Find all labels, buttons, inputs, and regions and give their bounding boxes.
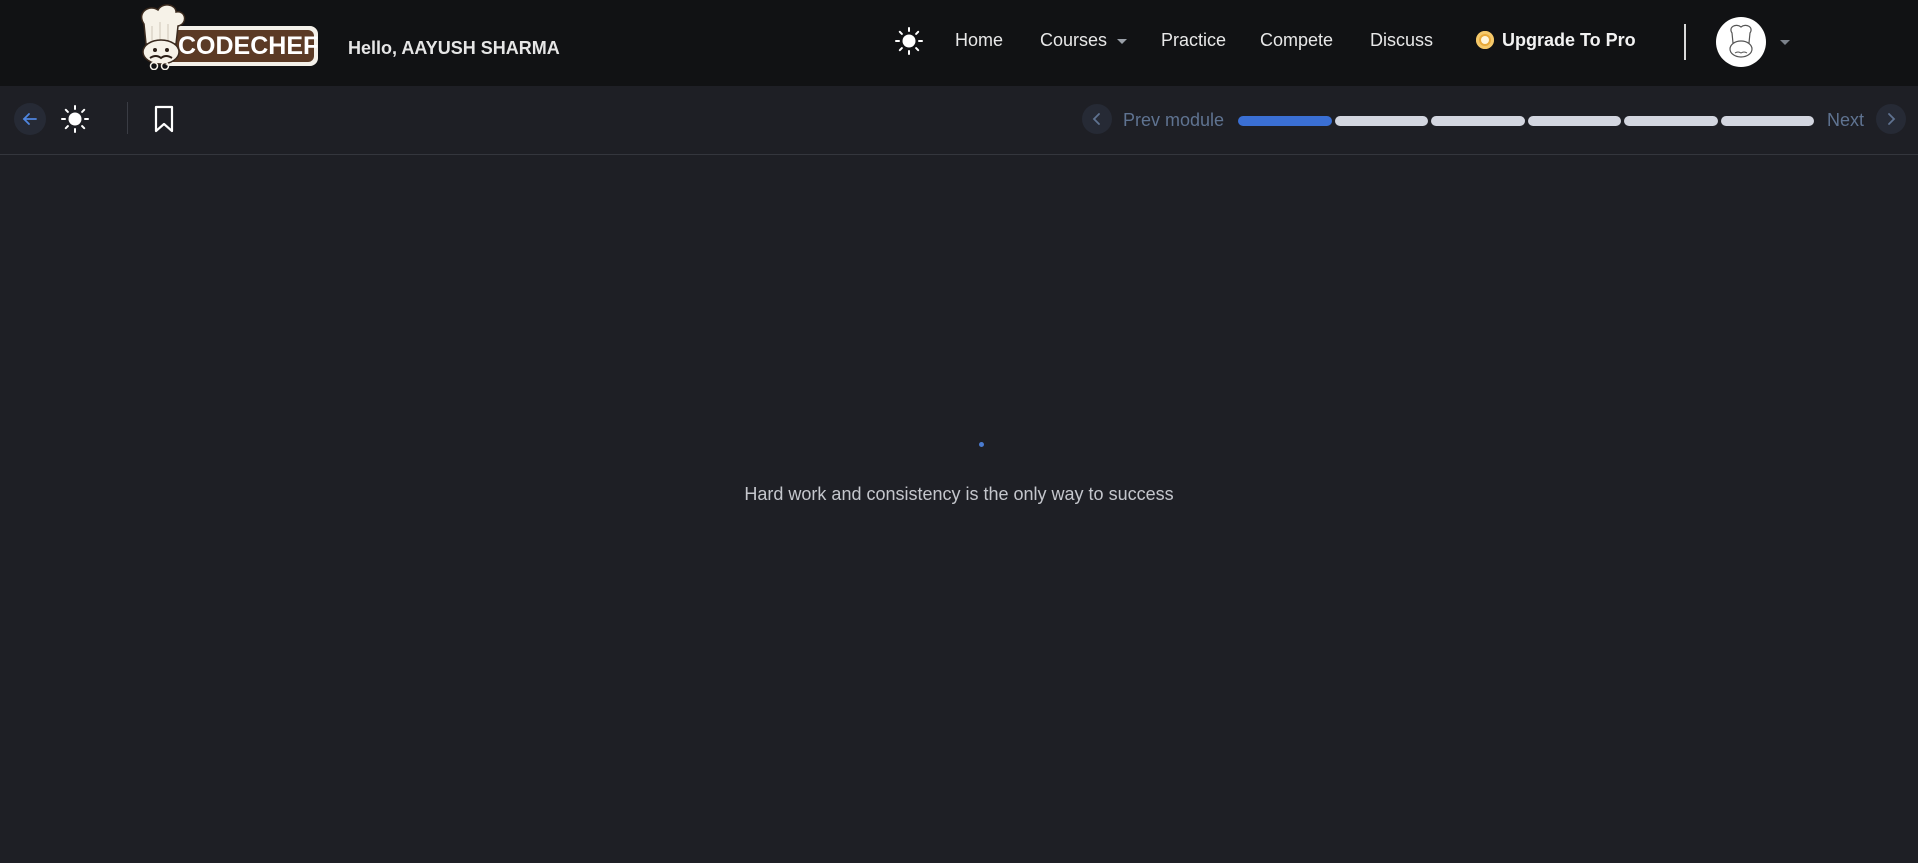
prev-module-label[interactable]: Prev module	[1123, 110, 1224, 131]
next-module-label[interactable]: Next	[1827, 110, 1864, 131]
module-toolbar: Prev module Next	[0, 86, 1918, 155]
codechef-logo[interactable]: CODECHEF	[132, 4, 320, 71]
sun-icon[interactable]	[894, 26, 924, 56]
nav-home[interactable]: Home	[955, 30, 1003, 51]
chef-avatar-icon[interactable]	[1716, 17, 1766, 67]
pro-badge-icon	[1476, 31, 1494, 49]
progress-segment[interactable]	[1334, 116, 1428, 126]
upgrade-to-pro-button[interactable]: Upgrade To Pro	[1476, 30, 1636, 51]
upgrade-label: Upgrade To Pro	[1502, 30, 1636, 50]
progress-segment[interactable]	[1431, 116, 1525, 126]
bookmark-icon[interactable]	[150, 104, 178, 134]
nav-courses-label: Courses	[1040, 30, 1108, 50]
sun-icon[interactable]	[60, 104, 90, 134]
progress-segment[interactable]	[1624, 116, 1718, 126]
loading-spinner-icon	[979, 442, 984, 447]
loading-quote: Hard work and consistency is the only wa…	[0, 484, 1918, 505]
chevron-down-icon	[1117, 38, 1128, 44]
toolbar-divider	[127, 102, 128, 134]
profile-menu-chevron-icon[interactable]	[1780, 40, 1790, 45]
nav-practice[interactable]: Practice	[1161, 30, 1226, 51]
chevron-right-icon	[1888, 113, 1896, 125]
top-navbar: CODECHEF Hello, AAYUSH SHARMA Home Cours…	[0, 0, 1918, 86]
prev-module-button[interactable]	[1082, 104, 1112, 134]
arrow-left-icon	[22, 113, 37, 125]
chevron-left-icon	[1092, 113, 1100, 125]
logo-text: CODECHEF	[178, 32, 318, 60]
progress-segment[interactable]	[1238, 116, 1332, 126]
nav-compete[interactable]: Compete	[1260, 30, 1333, 51]
progress-segment[interactable]	[1720, 116, 1814, 126]
header-divider	[1684, 24, 1686, 60]
nav-courses[interactable]: Courses	[1040, 30, 1128, 51]
loading-quote-text: Hard work and consistency is the only wa…	[744, 484, 1174, 504]
progress-segment[interactable]	[1527, 116, 1621, 126]
back-button[interactable]	[14, 103, 46, 135]
user-greeting: Hello, AAYUSH SHARMA	[348, 38, 560, 58]
nav-discuss[interactable]: Discuss	[1370, 30, 1433, 51]
module-progress-bar	[1238, 116, 1814, 126]
next-module-button[interactable]	[1876, 104, 1906, 134]
